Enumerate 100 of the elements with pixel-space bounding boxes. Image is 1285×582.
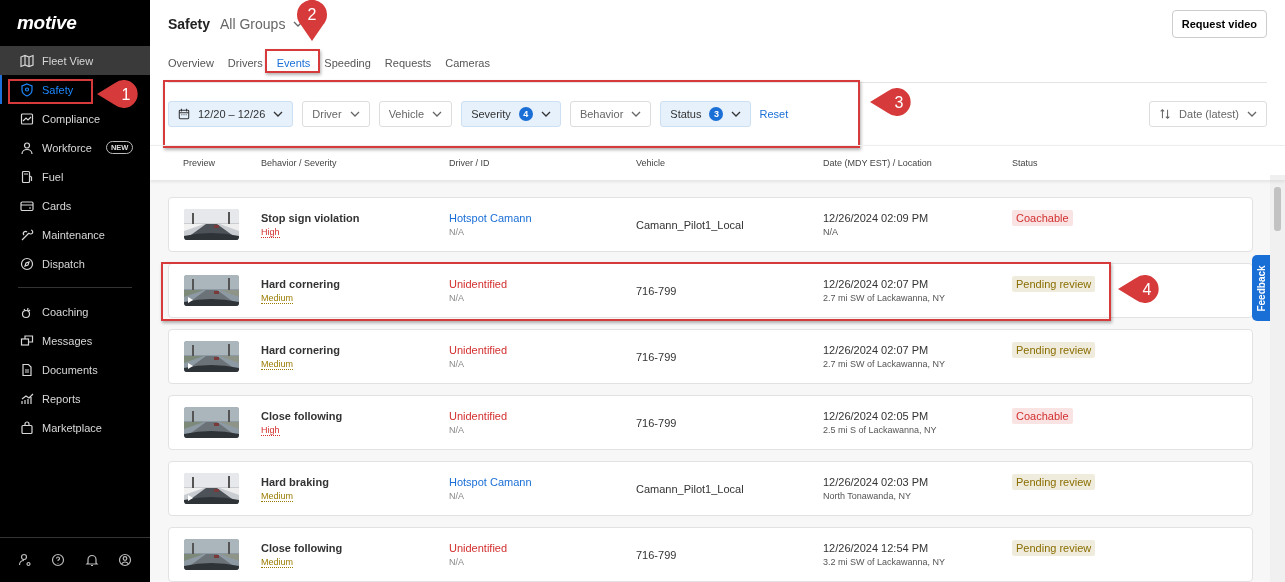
driver-id-text: N/A — [449, 425, 464, 435]
request-video-button[interactable]: Request video — [1171, 10, 1267, 38]
filter-dropdown[interactable]: Severity 4 — [461, 101, 561, 127]
behavior-text: Close following — [261, 541, 343, 554]
filter-dropdown[interactable]: Behavior — [569, 101, 652, 127]
event-row[interactable]: Close following Medium Unidentified N/A 716-799 12/26/2024 12:54 PM 3.2 mi SW of Lackawanna, NY Pending review — [168, 527, 1253, 582]
filter-label: Driver — [312, 108, 342, 120]
chevron-down-icon — [349, 111, 360, 117]
driver-id-text: N/A — [449, 557, 464, 567]
sidebar-item[interactable]: Safety — [0, 75, 80, 104]
chat-icon — [20, 333, 34, 348]
driver-id-text: N/A — [449, 227, 464, 237]
sidebar-item[interactable]: Messages — [0, 326, 99, 355]
document-icon — [20, 362, 34, 377]
filter-label: Vehicle — [388, 108, 425, 120]
driver-text: Unidentified — [449, 542, 508, 554]
vehicle-text: 716-799 — [636, 416, 677, 429]
column-header: Behavior / Severity — [261, 158, 338, 168]
chevron-down-icon — [731, 111, 742, 117]
severity-text: Medium — [261, 556, 293, 568]
location-text: 2.7 mi SW of Lackawanna, NY — [823, 293, 946, 303]
location-text: 2.7 mi SW of Lackawanna, NY — [823, 359, 946, 369]
date-filter[interactable]: 12/20 – 12/26 — [168, 101, 294, 127]
severity-text: High — [261, 424, 280, 436]
logo: motive — [16, 11, 78, 35]
sidebar-item[interactable]: Documents — [0, 355, 104, 384]
sidebar-item[interactable]: Marketplace — [0, 413, 108, 442]
filter-dropdown[interactable]: Vehicle — [378, 101, 453, 127]
driver-link[interactable]: Hotspot Camann — [449, 476, 532, 488]
date-text: 12/26/2024 02:07 PM — [823, 344, 929, 356]
tab[interactable]: Overview — [168, 48, 214, 82]
sidebar-item[interactable]: Coaching — [0, 297, 95, 326]
chevron-down-icon — [432, 111, 443, 117]
shield-icon — [20, 82, 34, 97]
driver-id-text: N/A — [449, 491, 464, 501]
bell-icon — [84, 553, 99, 567]
tab[interactable]: Speeding — [324, 48, 371, 82]
chevron-down-icon — [631, 111, 642, 117]
card-icon — [20, 198, 34, 213]
behavior-text: Hard braking — [261, 475, 329, 488]
event-row[interactable]: Hard cornering Medium Unidentified N/A 716-799 12/26/2024 02:07 PM 2.7 mi SW of Lackawanna, NY Pending review — [168, 329, 1253, 384]
driver-text: Unidentified — [449, 410, 508, 422]
vehicle-text: 716-799 — [636, 350, 677, 363]
status-tag: Pending review — [1012, 275, 1096, 292]
event-row[interactable]: Hard braking Medium Hotspot Camann N/A Camann_Pilot1_Local 12/26/2024 02:03 PM North Tonawanda, NY Pending review — [168, 461, 1253, 516]
location-text: 3.2 mi SW of Lackawanna, NY — [823, 557, 946, 567]
scrollbar[interactable] — [1270, 175, 1285, 582]
sidebar-item[interactable]: Dispatch — [0, 249, 91, 278]
sort-dropdown[interactable]: Date (latest) — [1149, 101, 1267, 127]
sidebar-item[interactable]: Fleet View — [0, 46, 150, 75]
sidebar-item[interactable]: Maintenance — [0, 220, 111, 249]
behavior-text: Hard cornering — [261, 343, 340, 356]
reset-link[interactable]: Reset — [759, 108, 789, 120]
driver-text: Unidentified — [449, 278, 508, 290]
status-tag: Pending review — [1012, 539, 1096, 556]
date-text: 12/26/2024 02:09 PM — [823, 212, 929, 224]
driver-id-text: N/A — [449, 293, 464, 303]
event-row[interactable]: Stop sign violation High Hotspot Camann N/A Camann_Pilot1_Local 12/26/2024 02:09 PM N/A Coachable — [168, 197, 1253, 252]
person-icon — [20, 140, 34, 155]
filter-label: Behavior — [579, 108, 624, 120]
count-badge: 4 — [518, 107, 533, 121]
filter-label: 12/20 – 12/26 — [198, 108, 266, 120]
date-text: 12/26/2024 02:03 PM — [823, 476, 929, 488]
tab[interactable]: Drivers — [227, 48, 263, 82]
sidebar-item[interactable]: Cards — [0, 191, 78, 220]
compass-icon — [20, 256, 34, 271]
tab[interactable]: Events — [276, 48, 311, 82]
sidebar-item[interactable]: Reports — [0, 384, 87, 413]
severity-text: Medium — [261, 490, 293, 502]
filter-dropdown[interactable]: Driver — [302, 101, 370, 127]
fuel-icon — [20, 169, 34, 184]
status-tag: Coachable — [1012, 209, 1073, 226]
driver-link[interactable]: Hotspot Camann — [449, 212, 532, 224]
behavior-text: Stop sign violation — [261, 211, 360, 224]
user-settings-icon — [17, 553, 32, 567]
sort-label: Date (latest) — [1179, 108, 1239, 120]
callout-marker: 2 — [294, 0, 329, 42]
location-text: N/A — [823, 227, 838, 237]
sort-icon — [1159, 108, 1172, 120]
page-title: Safety — [168, 16, 211, 32]
filter-dropdown[interactable]: Status 3 — [660, 101, 752, 127]
event-row[interactable]: Close following High Unidentified N/A 716-799 12/26/2024 02:05 PM 2.5 mi S of Lackawanna, NY Coachable — [168, 395, 1253, 450]
behavior-text: Hard cornering — [261, 277, 340, 290]
column-header: Vehicle — [636, 158, 667, 168]
filter-label: Severity — [471, 108, 511, 120]
chart-icon — [20, 391, 34, 406]
column-header: Preview — [183, 158, 216, 168]
calendar-icon — [178, 108, 190, 120]
severity-text: Medium — [261, 292, 293, 304]
feedback-tab[interactable]: Feedback — [1252, 255, 1270, 321]
count-badge: 3 — [709, 107, 724, 121]
sidebar-item[interactable]: Fuel — [0, 162, 70, 191]
column-header: Status — [1012, 158, 1039, 168]
status-tag: Coachable — [1012, 407, 1073, 424]
vehicle-text: Camann_Pilot1_Local — [636, 218, 744, 231]
map-icon — [20, 53, 34, 68]
tab[interactable]: Cameras — [445, 48, 490, 82]
tab[interactable]: Requests — [384, 48, 432, 82]
chart-icon — [20, 111, 34, 126]
chevron-down-icon — [540, 111, 551, 117]
